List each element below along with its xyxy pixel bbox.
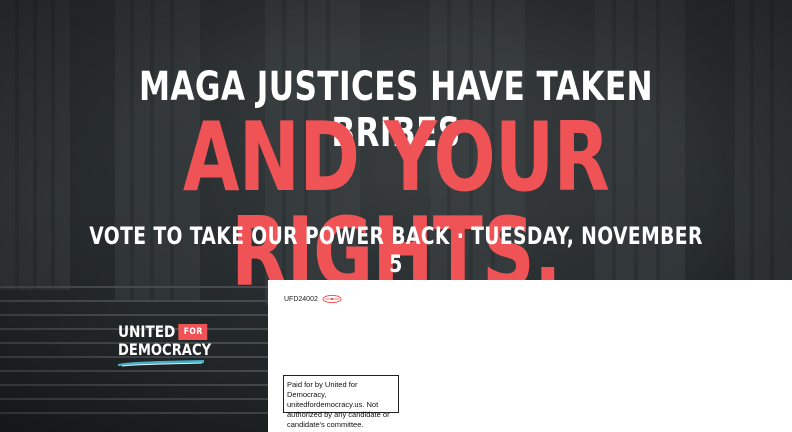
logo-row-1: UNITED FOR (118, 322, 208, 341)
logo-word-united: UNITED (118, 322, 176, 341)
postal-indicia-mark-icon (322, 294, 342, 304)
headline-line-3: VOTE TO TAKE OUR POWER BACK · TUESDAY, N… (89, 222, 703, 278)
mailing-panel: UFD24002 Paid for by United for Democrac… (268, 280, 792, 432)
mailer-code: UFD24002 (284, 296, 318, 303)
paid-for-disclaimer: Paid for by United for Democracy, united… (283, 375, 399, 429)
logo-swoosh-icon (118, 360, 204, 367)
united-for-democracy-logo: UNITED FOR DEMOCRACY (106, 318, 224, 374)
logo-flag-icon: FOR (178, 323, 208, 340)
logo-flag-text: FOR (183, 326, 203, 337)
